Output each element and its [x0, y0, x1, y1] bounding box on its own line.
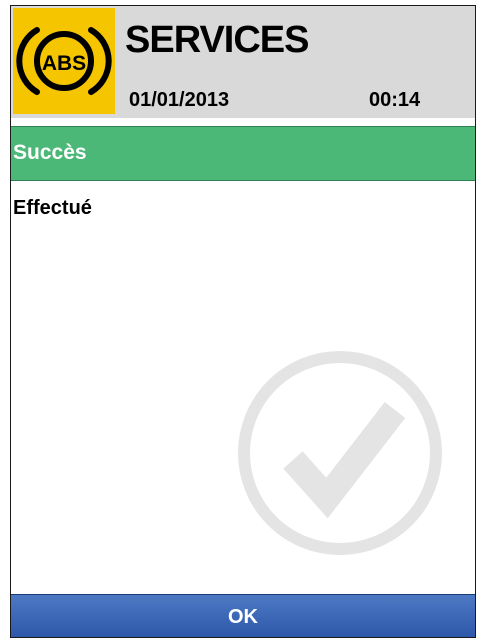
result-message: Effectué: [13, 197, 92, 219]
date-display: 01/01/2013: [129, 89, 230, 111]
abs-warning-icon: ABS: [13, 8, 115, 114]
checkmark-circle-icon: [235, 348, 445, 563]
ok-button[interactable]: OK: [11, 594, 475, 637]
svg-text:ABS: ABS: [42, 52, 86, 75]
time-display: 00:14: [369, 89, 421, 111]
screen-frame: ABS SERVICES 01/01/2013 00:14 Succès Eff…: [10, 5, 476, 638]
status-bar: Succès: [11, 126, 475, 181]
header: ABS SERVICES 01/01/2013 00:14: [11, 6, 475, 118]
content-area: Effectué: [11, 182, 475, 593]
page-title: SERVICES: [125, 19, 309, 61]
status-label: Succès: [13, 141, 87, 164]
ok-button-label: OK: [228, 606, 258, 628]
